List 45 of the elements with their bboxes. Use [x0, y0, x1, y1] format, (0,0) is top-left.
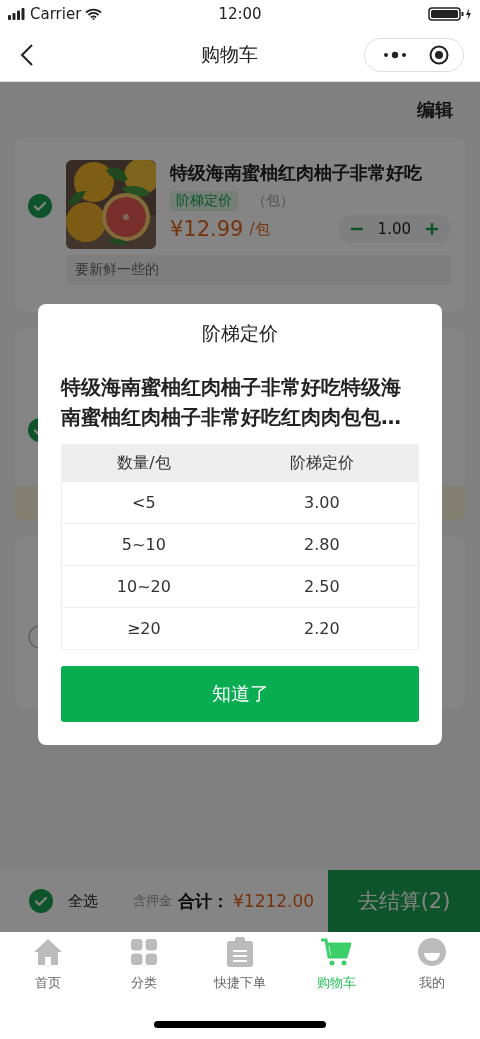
total-amount: ¥1212.00: [233, 891, 315, 911]
price-text: ¥12.99: [170, 217, 244, 241]
carrier-label: Carrier: [30, 5, 82, 23]
table-cell: 3.00: [225, 481, 419, 524]
checkout-button[interactable]: 去结算(2): [328, 870, 480, 932]
table-cell: 10~20: [61, 565, 226, 608]
unit-text: /包: [249, 219, 270, 239]
plus-icon[interactable]: [425, 222, 439, 236]
clipboard-icon: [227, 937, 253, 967]
column-header: 阶梯定价: [225, 444, 419, 482]
clock-time: 12:00: [218, 5, 262, 23]
table-cell: 5~10: [61, 523, 226, 566]
back-icon[interactable]: [20, 43, 34, 66]
select-all-label: 全选: [68, 891, 98, 911]
tab-item[interactable]: 购物车: [288, 937, 384, 992]
edit-link[interactable]: 编辑: [417, 98, 453, 122]
home-icon: [33, 938, 63, 966]
battery-icon: [428, 7, 472, 21]
column-header: 数量/包: [61, 444, 226, 482]
table-cell: <5: [61, 481, 226, 524]
tab-item[interactable]: 快捷下单: [192, 937, 288, 992]
quantity-value: 1.00: [377, 220, 411, 238]
grid-icon: [131, 939, 157, 965]
remark-field[interactable]: 要新鲜一些的: [67, 255, 451, 285]
table-cell: 2.80: [225, 523, 419, 566]
confirm-button[interactable]: 知道了: [61, 666, 419, 722]
product-description: 特级海南蜜柚红肉柚子非常好吃特级海南蜜柚红肉柚子非常好吃红肉肉包包…: [61, 374, 402, 431]
total-label: 合计：: [178, 889, 229, 913]
more-icon[interactable]: [383, 50, 407, 59]
cart-icon: [321, 938, 351, 966]
page-title: 购物车: [199, 41, 259, 67]
signal-icon: [8, 8, 26, 20]
tab-item[interactable]: 首页: [0, 937, 96, 992]
product-name: 特级海南蜜柚红肉柚子非常好吃: [170, 161, 423, 185]
modal-title: 阶梯定价: [201, 321, 279, 346]
wifi-icon: [85, 8, 103, 20]
close-icon[interactable]: [429, 44, 449, 65]
table-cell: ≥20: [61, 607, 226, 650]
tab-item[interactable]: 我的: [384, 937, 480, 992]
table-cell: 2.50: [225, 565, 419, 608]
checkbox-checked-icon[interactable]: [29, 889, 53, 913]
profile-icon: [418, 938, 446, 966]
table-cell: 2.20: [225, 607, 419, 650]
checkbox-checked-icon[interactable]: [28, 194, 52, 218]
tab-item[interactable]: 分类: [96, 937, 192, 992]
